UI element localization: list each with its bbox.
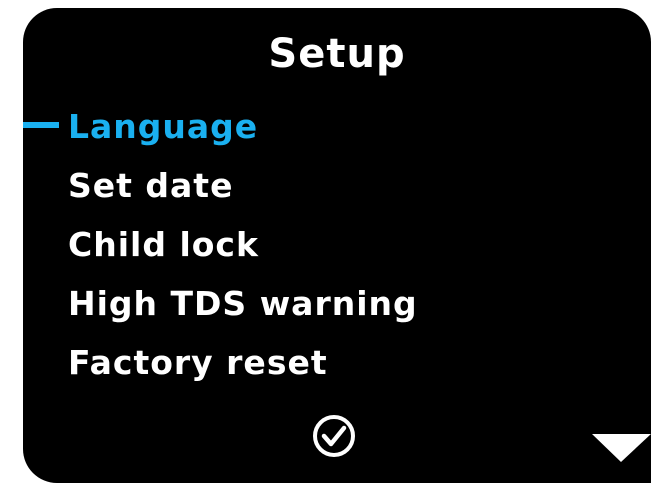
device-screen: Setup Language Set date Child lock High … — [23, 8, 651, 483]
triangle-down-icon[interactable] — [587, 428, 651, 468]
selection-cursor — [23, 122, 59, 128]
menu-item-set-date[interactable]: Set date — [23, 166, 418, 225]
menu-item-label: Language — [68, 107, 259, 146]
setup-menu: Language Set date Child lock High TDS wa… — [23, 107, 418, 402]
page-title: Setup — [268, 31, 406, 77]
menu-item-language[interactable]: Language — [23, 107, 418, 166]
menu-item-high-tds-warning[interactable]: High TDS warning — [23, 284, 418, 343]
menu-item-label: High TDS warning — [68, 284, 418, 323]
check-circle-icon[interactable] — [312, 414, 356, 458]
menu-item-factory-reset[interactable]: Factory reset — [23, 343, 418, 402]
menu-item-label: Child lock — [68, 225, 259, 264]
menu-item-label: Factory reset — [68, 343, 328, 382]
menu-item-child-lock[interactable]: Child lock — [23, 225, 418, 284]
menu-item-label: Set date — [68, 166, 234, 205]
